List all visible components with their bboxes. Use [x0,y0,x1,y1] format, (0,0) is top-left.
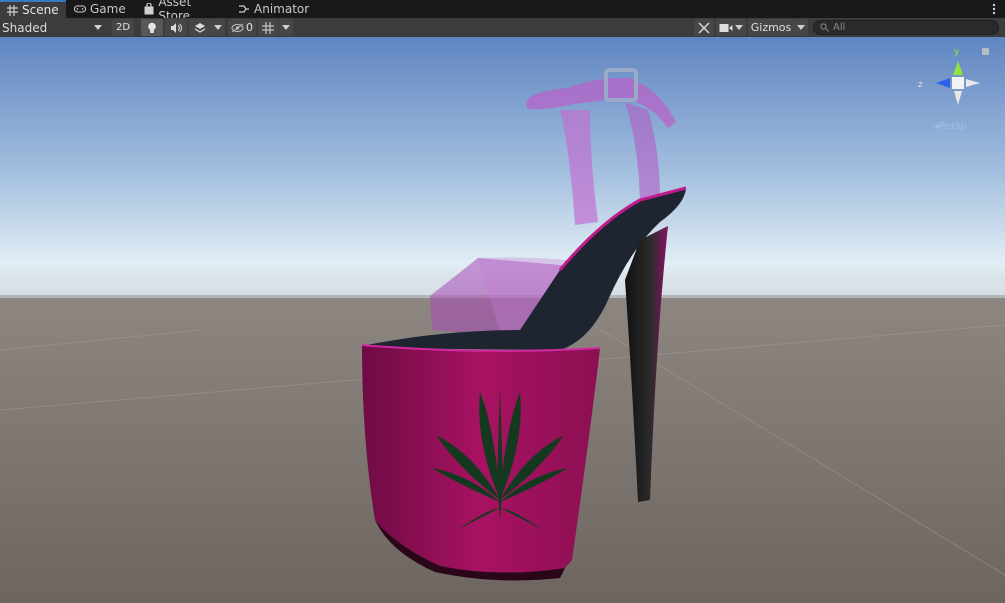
scene-toolbar: Shaded 2D 0 Gizmos All [0,18,1005,38]
gizmos-dropdown-button[interactable] [794,19,808,36]
draw-mode-label: Shaded [2,20,48,35]
tab-scene[interactable]: Scene [0,0,66,18]
scene-viewport[interactable]: y z ◂Persp [0,37,1005,603]
projection-toggle[interactable]: ◂Persp [934,121,967,132]
window-tab-bar: Scene Game Asset Store Animator [0,0,1005,23]
camera-settings-button[interactable] [716,19,746,36]
more-options-icon[interactable] [991,2,997,16]
tab-asset-store[interactable]: Asset Store [137,0,229,23]
store-bag-icon [143,3,154,15]
lighting-toggle-button[interactable] [141,19,163,36]
shoe-platform [362,345,600,573]
chevron-down-icon [214,25,222,30]
tab-label: Game [90,2,126,16]
grid-snap-icon [262,21,274,34]
gizmos-toggle-button[interactable]: Gizmos [748,19,794,36]
tools-cross-icon [698,22,710,33]
animator-icon [238,3,250,15]
unity-scene-window: Scene Game Asset Store Animator Shaded 2… [0,0,1005,603]
audio-toggle-button[interactable] [165,19,187,36]
toggle-2d-button[interactable]: 2D [112,19,134,36]
effects-dropdown-button[interactable] [211,19,225,36]
chevron-down-icon [282,25,290,30]
eye-slash-icon [231,23,244,32]
axis-z-label: z [918,80,923,90]
tab-label: Animator [254,2,310,16]
hidden-objects-toggle[interactable]: 0 [228,19,256,36]
axis-y-label: y [954,47,960,57]
gamepad-icon [74,3,86,15]
tab-label: Scene [22,3,59,17]
lightbulb-icon [148,22,156,33]
scene-search-field[interactable] [813,20,999,35]
grid-icon [6,4,18,16]
tab-animator[interactable]: Animator [232,0,312,18]
search-input[interactable] [833,22,993,33]
chevron-down-icon [797,25,805,30]
draw-mode-dropdown[interactable]: Shaded [2,19,106,36]
grid-dropdown-button[interactable] [279,19,293,36]
search-icon [820,23,829,32]
chevron-down-icon [735,25,743,30]
chevron-down-icon [94,25,102,30]
skybox [0,37,1005,295]
speaker-icon [171,22,182,33]
layers-effects-icon [194,23,205,33]
tab-game[interactable]: Game [68,0,134,18]
gizmo-center-cube[interactable] [952,77,964,89]
lock-icon[interactable] [982,48,989,55]
effects-toggle-button[interactable] [189,19,211,36]
camera-icon [719,23,733,32]
tools-toggle-button[interactable] [694,19,714,36]
hidden-count: 0 [246,21,253,34]
grid-snap-button[interactable] [258,19,278,36]
